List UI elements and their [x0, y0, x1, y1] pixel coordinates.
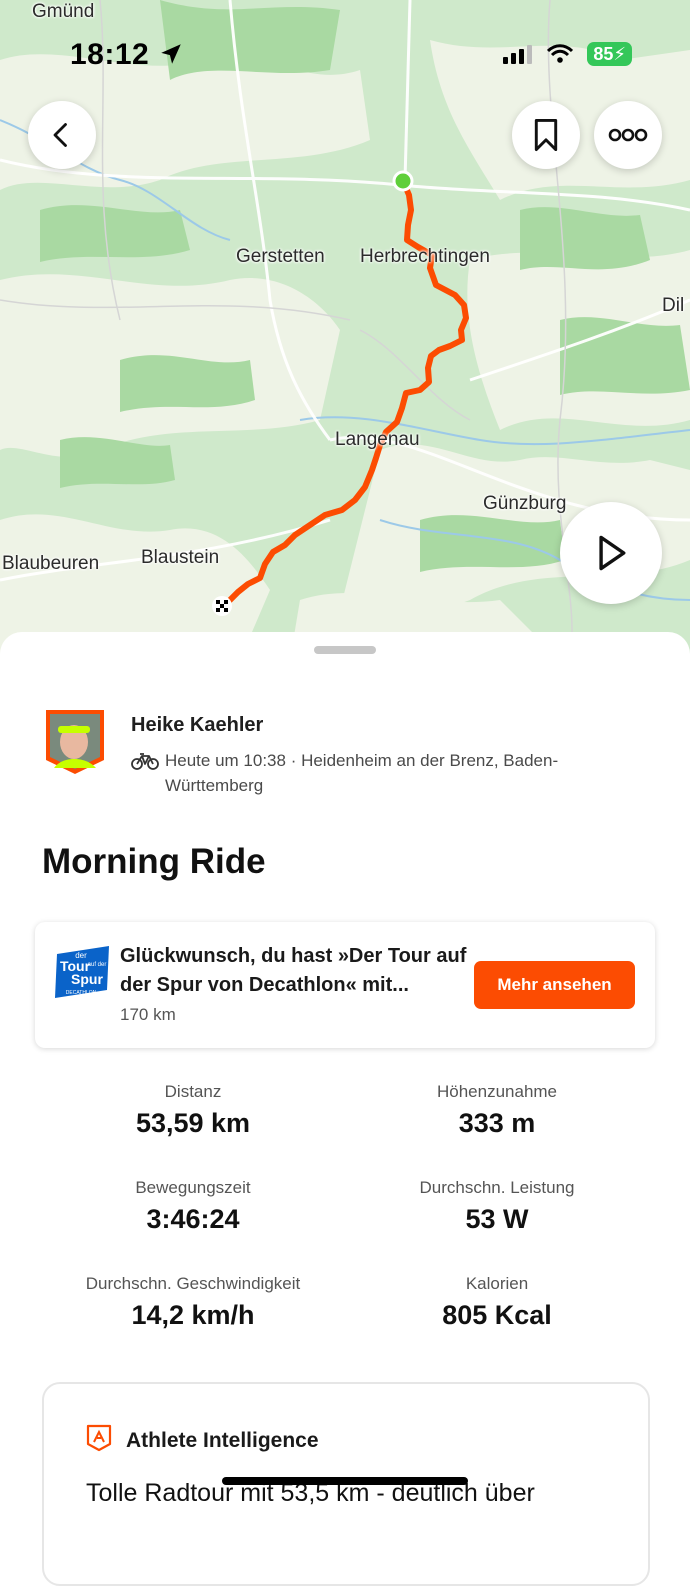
location-arrow-icon — [161, 44, 181, 64]
stat-label: Durchschn. Geschwindigkeit — [85, 1274, 301, 1293]
athlete-name[interactable]: Heike Kaehler — [131, 714, 263, 737]
map-label-dil: Dil — [662, 295, 685, 316]
map-label-herbrechtingen: Herbrechtingen — [360, 246, 490, 267]
stat-elevation-gain: Höhenzunahme 333 m — [347, 1082, 647, 1139]
stat-value: 333 m — [458, 1108, 536, 1138]
activity-meta: Heute um 10:38 · Heidenheim an der Brenz… — [131, 748, 601, 798]
stat-label: Bewegungszeit — [135, 1178, 251, 1197]
see-more-button[interactable]: Mehr ansehen — [474, 961, 635, 1009]
avatar[interactable] — [44, 708, 106, 776]
stat-label: Höhenzunahme — [436, 1082, 558, 1101]
athlete-avatar-image — [46, 710, 104, 774]
challenge-card[interactable]: der Tour auf der Spur DECATHLON Glückwun… — [35, 922, 655, 1048]
stat-value: 53,59 km — [135, 1108, 251, 1138]
stat-avg-speed: Durchschn. Geschwindigkeit 14,2 km/h — [43, 1274, 343, 1331]
back-button[interactable] — [28, 101, 96, 169]
play-icon — [599, 535, 626, 571]
badge-text-spur: Spur — [71, 971, 103, 987]
map-label-gmuend: Gmünd — [32, 1, 95, 22]
battery-indicator: 85⚡ — [587, 42, 632, 66]
map-label-guenzburg: Günzburg — [483, 493, 567, 514]
status-time: 18:12 — [70, 38, 184, 72]
challenge-distance: 170 km — [120, 1005, 176, 1024]
map-label-gerstetten: Gerstetten — [236, 246, 325, 267]
stat-value: 53 W — [465, 1204, 529, 1234]
stat-label: Distanz — [164, 1082, 222, 1101]
athlete-intelligence-title: Athlete Intelligence — [126, 1429, 319, 1452]
play-flyover-button[interactable] — [560, 502, 662, 604]
athlete-intelligence-icon — [86, 1424, 112, 1452]
status-time-text: 18:12 — [70, 38, 150, 71]
map-label-blaustein: Blaustein — [141, 547, 220, 568]
battery-level: 85 — [593, 44, 614, 64]
badge-text-decathlon: DECATHLON — [66, 990, 97, 996]
map-label-blaubeuren: Blaubeuren — [2, 553, 100, 574]
activity-title: Morning Ride — [42, 842, 266, 881]
challenge-badge-icon: der Tour auf der Spur DECATHLON — [55, 946, 109, 998]
chevron-left-icon — [53, 123, 67, 147]
activity-meta-text: Heute um 10:38 · Heidenheim an der Brenz… — [165, 751, 559, 795]
stat-value: 3:46:24 — [146, 1204, 240, 1234]
more-dots-icon — [608, 128, 648, 142]
charging-bolt-icon: ⚡ — [613, 44, 626, 64]
home-indicator[interactable] — [222, 1477, 468, 1485]
bookmark-icon — [534, 118, 558, 152]
stat-calories: Kalorien 805 Kcal — [347, 1274, 647, 1331]
stat-value: 805 Kcal — [442, 1300, 552, 1330]
stat-label: Durchschn. Leistung — [419, 1178, 575, 1197]
status-icons: 85⚡ — [503, 42, 632, 66]
route-map[interactable]: Gmünd Gerstetten Herbrechtingen Dil Lang… — [0, 0, 690, 660]
challenge-title: Glückwunsch, du hast »Der Tour auf der S… — [120, 945, 467, 996]
map-label-langenau: Langenau — [335, 429, 420, 450]
bookmark-button[interactable] — [512, 101, 580, 169]
wifi-icon — [547, 44, 574, 63]
stat-value: 14,2 km/h — [131, 1300, 255, 1330]
stat-moving-time: Bewegungszeit 3:46:24 — [43, 1178, 343, 1235]
activity-sheet: Heike Kaehler Heute um 10:38 · Heidenhei… — [0, 632, 690, 1586]
cellular-signal-icon — [503, 45, 533, 64]
badge-text-aufder: auf der — [88, 962, 107, 968]
bike-icon — [131, 753, 159, 770]
sheet-grabber[interactable] — [314, 646, 376, 654]
more-options-button[interactable] — [594, 101, 662, 169]
stat-distance: Distanz 53,59 km — [43, 1082, 343, 1139]
stat-avg-power: Durchschn. Leistung 53 W — [347, 1178, 647, 1235]
stat-label: Kalorien — [465, 1274, 529, 1293]
